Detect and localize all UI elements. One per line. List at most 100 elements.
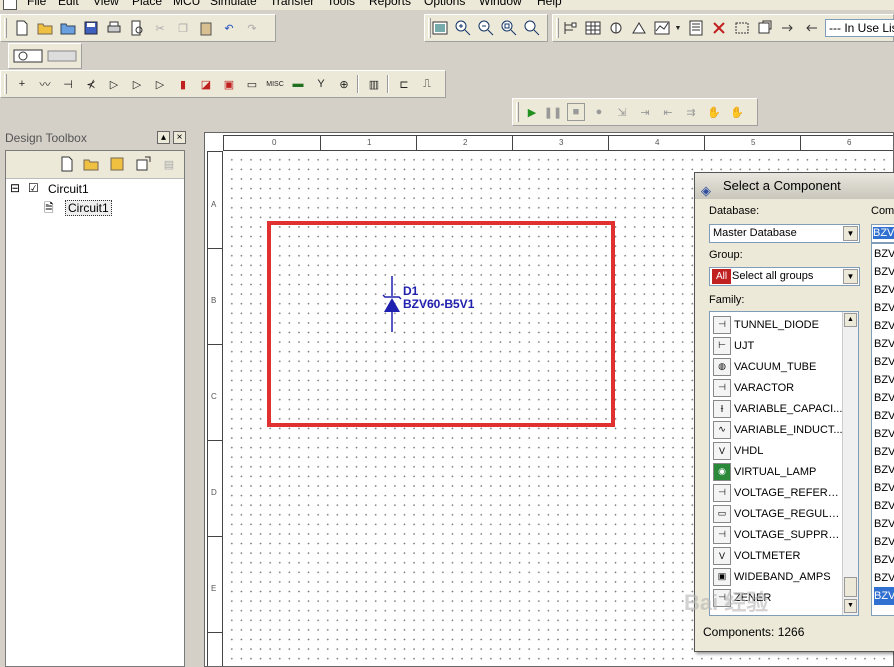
family-item[interactable]: V VHDL	[713, 440, 843, 461]
create-component-icon[interactable]	[630, 19, 648, 37]
step-over-icon[interactable]: ⇥	[636, 103, 654, 121]
toggle-breakpoint-icon[interactable]: ✋	[705, 103, 723, 121]
run-to-cursor-icon[interactable]: ⇉	[682, 103, 700, 121]
place-mixed-icon[interactable]: ◪	[197, 75, 215, 93]
family-list[interactable]: ⊣ TUNNEL_DIODE ⊢ UJT ◍ VACUUM_TUBE ⊣ VARACTO…	[709, 311, 859, 616]
family-item[interactable]: ⊣ TUNNEL_DIODE	[713, 314, 843, 335]
database-select[interactable]: Master Database ▼	[709, 224, 860, 243]
family-item[interactable]: ⊣ VARACTOR	[713, 377, 843, 398]
open-folder-icon[interactable]	[36, 19, 54, 37]
menu-view[interactable]: View	[93, 0, 119, 8]
tree-child-circuit[interactable]: Circuit1	[65, 200, 112, 216]
place-ttl-icon[interactable]: ▷	[128, 75, 146, 93]
component-list-item[interactable]: BZV6	[874, 515, 894, 533]
in-use-list-select[interactable]: --- In Use List ---	[825, 19, 894, 37]
open-sample-icon[interactable]	[59, 19, 77, 37]
group-select[interactable]: All Select all groups ▼	[709, 267, 860, 286]
family-item[interactable]: ⫲ VARIABLE_CAPACI...	[713, 398, 843, 419]
component-list-item[interactable]: BZV6	[874, 335, 894, 353]
back-annotate-icon[interactable]	[779, 19, 797, 37]
place-bus-icon[interactable]: ⎍	[418, 75, 436, 93]
redo-icon[interactable]: ↷	[243, 19, 261, 37]
place-analog-icon[interactable]: ▷	[105, 75, 123, 93]
component-list-item[interactable]: BZV6	[874, 497, 894, 515]
place-rf-icon[interactable]: Y	[312, 75, 330, 93]
component-list-item[interactable]: BZV6	[874, 245, 894, 263]
close-design-icon[interactable]	[134, 155, 152, 173]
component-list-item[interactable]: BZV6	[874, 317, 894, 335]
save-icon[interactable]	[82, 19, 100, 37]
menu-mcu[interactable]: MCU	[173, 0, 200, 8]
grapher-dropdown-icon[interactable]: ▼	[669, 19, 687, 37]
zoom-out-icon[interactable]	[477, 19, 495, 37]
open-design-icon[interactable]	[82, 155, 100, 173]
forward-annotate-icon[interactable]	[802, 19, 820, 37]
menu-simulate[interactable]: Simulate	[210, 0, 257, 8]
delete-design-icon[interactable]: ▤	[160, 155, 178, 173]
component-list-item[interactable]: BZV6	[874, 353, 894, 371]
family-item[interactable]: ◍ VACUUM_TUBE	[713, 356, 843, 377]
step-into-icon[interactable]: ⇲	[613, 103, 631, 121]
zoom-area-icon[interactable]	[500, 19, 518, 37]
place-misc-icon[interactable]: MISC	[266, 75, 284, 93]
family-item[interactable]: ◉ VIRTUAL_LAMP	[713, 461, 843, 482]
component-list-item[interactable]: BZV6	[874, 389, 894, 407]
place-advanced-peripherals-icon[interactable]: ▬	[289, 75, 307, 93]
circuit-checkbox-icon[interactable]: ☑	[28, 181, 39, 195]
component-list-item[interactable]: BZV6	[874, 461, 894, 479]
copy-icon[interactable]: ❐	[174, 19, 192, 37]
place-power-component-icon[interactable]: ▭	[243, 75, 261, 93]
component-list-item[interactable]: BZV6	[874, 479, 894, 497]
goto-parent-sheet-icon[interactable]	[756, 19, 774, 37]
scroll-thumb[interactable]	[844, 577, 857, 597]
component-list-item[interactable]: BZV6	[874, 569, 894, 587]
spreadsheet-view-icon[interactable]	[584, 19, 602, 37]
family-item[interactable]: ▭ VOLTAGE_REGULA...	[713, 503, 843, 524]
place-basic-icon[interactable]: 〰	[36, 75, 54, 93]
component-list-item[interactable]: BZV6	[874, 371, 894, 389]
zoom-in-icon[interactable]	[454, 19, 472, 37]
family-item[interactable]: ⊣ VOLTAGE_REFERE...	[713, 482, 843, 503]
place-hierarchical-block-icon[interactable]: ⊏	[395, 75, 413, 93]
menu-place[interactable]: Place	[132, 0, 162, 8]
cut-icon[interactable]: ✂	[151, 19, 169, 37]
family-item[interactable]: V VOLTMETER	[713, 545, 843, 566]
family-item[interactable]: ▣ WIDEBAND_AMPS	[713, 566, 843, 587]
component-list-item[interactable]: BZV6	[874, 281, 894, 299]
menu-file[interactable]: File	[27, 0, 46, 8]
database-manager-icon[interactable]	[607, 19, 625, 37]
menu-window[interactable]: Window	[479, 0, 522, 8]
postprocessor-icon[interactable]	[687, 19, 705, 37]
remove-breakpoints-icon[interactable]: ✋	[728, 103, 746, 121]
place-transistor-icon[interactable]: ⊀	[82, 75, 100, 93]
new-file-icon[interactable]	[13, 19, 31, 37]
new-design-icon[interactable]	[58, 155, 76, 173]
menu-tools[interactable]: Tools	[327, 0, 355, 8]
electrical-rules-check-icon[interactable]	[710, 19, 728, 37]
menu-edit[interactable]: Edit	[58, 0, 79, 8]
menu-options[interactable]: Options	[424, 0, 465, 8]
toolbox-pin-icon[interactable]: ▴	[157, 131, 170, 144]
component-list-item[interactable]: BZV6	[874, 425, 894, 443]
menu-help[interactable]: Help	[537, 0, 562, 8]
pause-icon[interactable]: ❚❚	[544, 103, 562, 121]
place-misc-digital-icon[interactable]: ▮	[174, 75, 192, 93]
scroll-up-icon[interactable]: ▲	[844, 313, 857, 327]
print-preview-icon[interactable]	[128, 19, 146, 37]
place-indicator-icon[interactable]: ▣	[220, 75, 238, 93]
capture-screen-area-icon[interactable]	[733, 19, 751, 37]
family-item[interactable]: ∿ VARIABLE_INDUCT...	[713, 419, 843, 440]
zoom-fit-icon[interactable]	[523, 19, 541, 37]
component-list[interactable]: BZV6BZV6BZV6BZV6BZV6BZV6BZV6BZV6BZV6BZV6…	[871, 243, 894, 616]
zener-diode-symbol[interactable]	[380, 276, 404, 332]
fullscreen-icon[interactable]	[431, 19, 449, 37]
component-list-item[interactable]: BZV6	[874, 263, 894, 281]
toggle-view-icon[interactable]	[47, 47, 77, 65]
tree-root-circuit[interactable]: Circuit1	[48, 182, 89, 196]
breakpoint-icon[interactable]: ●	[590, 103, 608, 121]
design-toolbox-icon[interactable]	[561, 19, 579, 37]
tree-collapse-icon[interactable]: ⊟	[10, 181, 20, 195]
undo-icon[interactable]: ↶	[220, 19, 238, 37]
step-out-icon[interactable]: ⇤	[659, 103, 677, 121]
place-cmos-icon[interactable]: ▷	[151, 75, 169, 93]
